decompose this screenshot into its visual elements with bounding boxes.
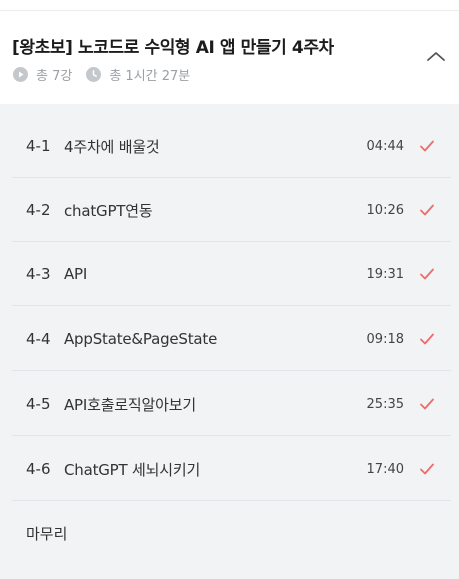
check-icon — [419, 396, 435, 412]
lesson-count-text: 총 7강 — [36, 69, 73, 84]
lesson-number: 4-4 — [26, 330, 51, 348]
lesson-title: ChatGPT 세뇌시키기 — [64, 460, 201, 479]
check-icon — [419, 461, 435, 477]
check-icon — [419, 202, 435, 218]
lesson-row[interactable]: 4-5 API호출로직알아보기 25:35 — [12, 372, 451, 436]
lesson-row[interactable]: 마무리 — [12, 501, 451, 565]
lesson-duration: 17:40 — [366, 461, 404, 477]
lesson-duration: 04:44 — [366, 138, 404, 154]
lesson-duration: 09:18 — [366, 331, 404, 347]
lesson-row[interactable]: 4-3 API 19:31 — [12, 242, 451, 306]
clock-icon — [86, 67, 102, 82]
play-circle-icon — [13, 67, 28, 82]
lesson-number: 4-1 — [26, 137, 51, 155]
lesson-title: chatGPT연동 — [64, 201, 153, 220]
collapse-button[interactable] — [425, 45, 447, 67]
lesson-title: AppState&PageState — [64, 330, 218, 348]
lesson-list: 4-1 4주차에 배울것 04:44 4-2 chatGPT연동 10:26 4… — [0, 104, 459, 579]
lesson-title: API — [64, 265, 88, 283]
lesson-number: 4-3 — [26, 265, 51, 283]
lesson-count: 총 7강 — [13, 65, 72, 84]
lesson-title: 4주차에 배울것 — [64, 137, 160, 156]
lesson-row[interactable]: 4-6 ChatGPT 세뇌시키기 17:40 — [12, 437, 451, 501]
section-meta: 총 7강 총 1시간 27분 — [13, 65, 190, 84]
lesson-title: API호출로직알아보기 — [64, 395, 196, 414]
total-time: 총 1시간 27분 — [86, 65, 190, 84]
chevron-up-icon — [426, 47, 446, 66]
check-icon — [419, 138, 435, 154]
lesson-number: 4-6 — [26, 460, 51, 478]
lesson-duration: 10:26 — [366, 202, 404, 218]
lesson-number: 4-2 — [26, 201, 51, 219]
course-week-panel: [왕초보] 노코드로 수익형 AI 앱 만들기 4주차 총 7강 총 1시간 2… — [0, 0, 459, 579]
lesson-duration: 19:31 — [366, 266, 404, 282]
check-icon — [419, 331, 435, 347]
lesson-duration: 25:35 — [366, 396, 404, 412]
section-title: [왕초보] 노코드로 수익형 AI 앱 만들기 4주차 — [12, 38, 334, 58]
lesson-number: 4-5 — [26, 395, 51, 413]
lesson-row[interactable]: 4-2 chatGPT연동 10:26 — [12, 178, 451, 242]
section-header[interactable]: [왕초보] 노코드로 수익형 AI 앱 만들기 4주차 총 7강 총 1시간 2… — [0, 11, 459, 104]
lesson-title: 마무리 — [26, 524, 68, 543]
lesson-row[interactable]: 4-4 AppState&PageState 09:18 — [12, 307, 451, 371]
total-time-text: 총 1시간 27분 — [109, 69, 191, 84]
check-icon — [419, 266, 435, 282]
lesson-row[interactable]: 4-1 4주차에 배울것 04:44 — [12, 114, 451, 178]
